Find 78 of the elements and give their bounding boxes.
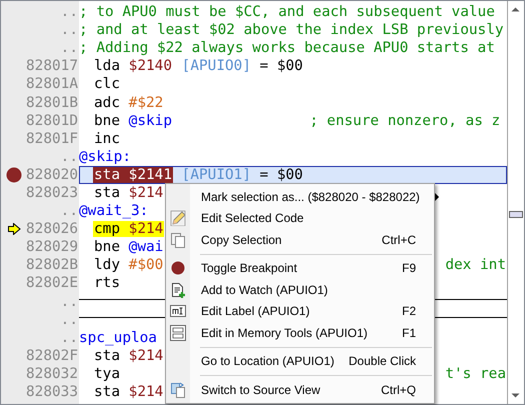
code-label: @wait_3: bbox=[79, 202, 148, 220]
instruction-mnemonic: adc bbox=[94, 94, 120, 111]
line-address: .. bbox=[60, 328, 78, 347]
code-comment: ; to APU0 must be $CC, and each subsequent value bbox=[79, 3, 495, 22]
line-address: 82802F bbox=[26, 346, 78, 365]
instruction-mnemonic: inc bbox=[94, 130, 120, 147]
line-address: .. bbox=[60, 292, 78, 311]
menu-item[interactable]: Copy Selection Ctrl+C bbox=[166, 229, 434, 250]
operand-address: $2140 bbox=[128, 58, 172, 74]
menu-item[interactable]: Toggle Breakpoint F9 bbox=[166, 258, 434, 279]
line-address: 82802E bbox=[26, 274, 78, 292]
line-address: 828020 bbox=[26, 166, 78, 184]
menu-item[interactable]: Mark selection as... ($828020 - $828022) bbox=[166, 186, 434, 208]
instruction-mnemonic: rts bbox=[94, 275, 120, 292]
line-address: .. bbox=[60, 310, 78, 329]
menu-item[interactable]: Switch to Source View Ctrl+Q bbox=[166, 379, 434, 400]
line-address: .. bbox=[60, 39, 78, 58]
line-address: 828023 bbox=[26, 184, 78, 202]
instruction-mnemonic: lda bbox=[94, 58, 120, 74]
operand-address: $214 bbox=[128, 221, 164, 238]
value-text: = $00 bbox=[260, 58, 303, 74]
line-address: 82801F bbox=[26, 130, 78, 148]
instruction-mnemonic: clc bbox=[94, 76, 120, 92]
menu-item[interactable]: Edit Selected Code bbox=[166, 208, 434, 229]
register-alias: [APUIO1] bbox=[182, 166, 251, 183]
label-reference: @skip bbox=[128, 112, 172, 129]
menu-item[interactable]: Edit in Memory Tools (APUIO1) F1 bbox=[166, 322, 434, 344]
instruction-mnemonic: sta bbox=[94, 348, 120, 364]
instruction-mnemonic: sta bbox=[94, 384, 120, 400]
instruction-mnemonic: ldy bbox=[94, 257, 120, 274]
breakpoint-icon bbox=[170, 260, 186, 276]
operand-address: $214 bbox=[128, 184, 164, 201]
code-label: @skip: bbox=[79, 148, 131, 166]
instruction-mnemonic: sta bbox=[94, 184, 120, 201]
document-plus-icon bbox=[170, 282, 186, 298]
label-reference: @wai bbox=[128, 239, 164, 256]
line-address: 828029 bbox=[26, 238, 78, 256]
line-address: .. bbox=[60, 3, 78, 22]
switch-view-icon bbox=[170, 382, 186, 398]
code-comment: ; and at least $02 above the index LSB previously bbox=[79, 21, 504, 40]
code-comment: t's rea bbox=[445, 364, 507, 383]
instruction-mnemonic: bne bbox=[94, 112, 120, 129]
operand-address: $214 bbox=[128, 348, 164, 364]
line-address: 828017 bbox=[26, 57, 78, 76]
code-comment: ; Adding $22 always works because APU0 starts at bbox=[79, 39, 495, 58]
pencil-icon bbox=[170, 210, 186, 226]
line-address: .. bbox=[60, 21, 78, 40]
immediate-value: #$00 bbox=[128, 257, 164, 274]
code-comment: ; ensure nonzero, as z bbox=[310, 112, 500, 130]
line-address: 82801A bbox=[26, 75, 78, 94]
line-address: 828033 bbox=[26, 383, 78, 402]
copy-pages-icon bbox=[170, 232, 186, 248]
memory-grid-icon bbox=[170, 324, 186, 341]
line-address: .. bbox=[60, 148, 78, 166]
line-address: 828026 bbox=[26, 220, 78, 238]
menu-item[interactable]: Edit Label (APUIO1) F2 bbox=[166, 300, 434, 322]
code-label: spc_uploa bbox=[79, 328, 157, 347]
line-address: 82801D bbox=[26, 112, 78, 130]
operand-address: $2141 bbox=[128, 166, 172, 183]
selected-line-highlight[interactable]: sta $2141 [APUIO1] = $00 bbox=[79, 166, 507, 184]
operand-address: $214 bbox=[128, 384, 164, 400]
line-address: .. bbox=[60, 202, 78, 220]
line-address: 82801B bbox=[26, 94, 78, 112]
line-address: 828032 bbox=[26, 364, 78, 383]
code-comment: dex int bbox=[445, 256, 507, 274]
menu-item[interactable]: Go to Location (APUIO1) Double Click bbox=[166, 350, 434, 372]
line-address: 82802B bbox=[26, 256, 78, 274]
instruction-mnemonic: bne bbox=[94, 239, 120, 256]
scroll-thumb[interactable] bbox=[509, 211, 523, 218]
register-alias: [APUIO0] bbox=[182, 58, 251, 74]
instruction-mnemonic: cmp bbox=[94, 221, 120, 238]
instruction-mnemonic: sta bbox=[94, 166, 120, 183]
instruction-mnemonic: tya bbox=[94, 366, 120, 382]
label-tag-icon bbox=[170, 303, 186, 320]
immediate-value: #$22 bbox=[128, 94, 164, 111]
menu-item[interactable]: Add to Watch (APUIO1) bbox=[166, 279, 434, 300]
value-text: = $00 bbox=[260, 166, 303, 183]
scrollbar[interactable] bbox=[507, 1, 524, 404]
